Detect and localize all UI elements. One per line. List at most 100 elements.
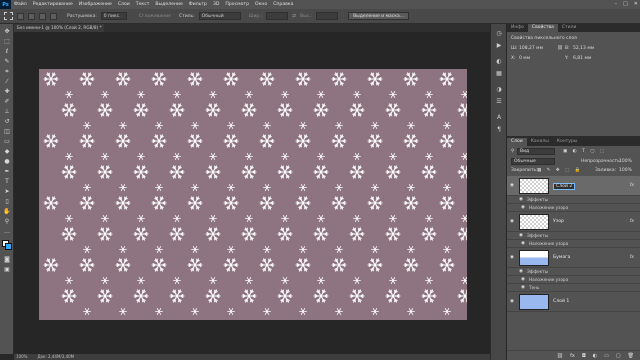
visibility-eye-icon[interactable]: ◉ xyxy=(521,205,527,210)
tab-info[interactable]: Инфо xyxy=(507,24,528,32)
menu-filter[interactable]: Фильтр xyxy=(186,2,210,7)
menu-text[interactable]: Текст xyxy=(133,2,153,7)
layer-row-bumaga[interactable]: ◉ Бумага fx xyxy=(507,248,640,268)
layer-name[interactable]: Слой 2 xyxy=(553,183,576,190)
paragraph-icon[interactable]: ¶ xyxy=(495,126,503,133)
zoom-icon[interactable]: ⚲ xyxy=(3,218,11,225)
maximize-icon[interactable]: □ xyxy=(623,1,628,7)
healing-brush-icon[interactable]: ✚ xyxy=(3,88,11,95)
blur-icon[interactable]: ◆ xyxy=(3,148,11,155)
path-select-icon[interactable]: ➤ xyxy=(3,188,11,195)
select-and-mask-button[interactable]: Выделение и маска... xyxy=(348,12,410,20)
character-icon[interactable]: A xyxy=(495,114,503,121)
libraries-icon[interactable]: ☰ xyxy=(495,98,503,105)
visibility-eye-icon[interactable]: ◉ xyxy=(510,299,516,304)
height-input[interactable] xyxy=(316,12,339,20)
visibility-eye-icon[interactable]: ◉ xyxy=(519,269,525,274)
pen-icon[interactable]: ✒ xyxy=(3,168,11,175)
add-mask-icon[interactable]: ◘ xyxy=(582,353,586,359)
tab-layers[interactable]: Слои xyxy=(507,138,527,146)
swatches-icon[interactable]: ▦ xyxy=(495,70,503,77)
adjustments-icon[interactable]: ◑ xyxy=(495,86,503,93)
document-size[interactable]: Док: 2,44M/3,40M xyxy=(37,354,74,360)
minimize-icon[interactable]: – xyxy=(615,1,618,7)
visibility-eye-icon[interactable]: ◉ xyxy=(510,183,516,188)
new-selection-icon[interactable] xyxy=(17,12,24,20)
zoom-level[interactable]: 100% xyxy=(16,354,27,360)
tab-properties[interactable]: Свойства xyxy=(527,24,558,32)
eyedropper-icon[interactable]: ⁄ xyxy=(3,78,11,85)
history-icon[interactable]: ◷ xyxy=(495,30,503,37)
layer-name[interactable]: Бумага xyxy=(553,255,570,260)
visibility-eye-icon[interactable]: ◉ xyxy=(521,285,527,290)
x-prop-value[interactable]: 0 мм xyxy=(519,56,530,61)
fx-icon[interactable]: fx xyxy=(630,219,634,224)
actions-icon[interactable]: ▶ xyxy=(495,42,503,49)
subtract-selection-icon[interactable] xyxy=(39,12,46,20)
visibility-eye-icon[interactable]: ◉ xyxy=(510,219,516,224)
adjustment-layer-icon[interactable]: ◐ xyxy=(593,353,597,359)
menu-window[interactable]: Окно xyxy=(252,2,270,7)
y-prop-value[interactable]: 6,81 мм xyxy=(573,56,591,61)
move-tool-icon[interactable]: ✥ xyxy=(3,28,11,35)
menu-image[interactable]: Изображение xyxy=(76,2,115,7)
visibility-eye-icon[interactable]: ◉ xyxy=(519,197,525,202)
quick-mask-icon[interactable]: ◙ xyxy=(3,256,11,263)
opacity-value[interactable]: 100% xyxy=(619,159,632,164)
visibility-eye-icon[interactable]: ◉ xyxy=(521,241,527,246)
effects-row[interactable]: ◉ Эффекты xyxy=(507,196,640,204)
layer-row-sloy-1[interactable]: ◉ Слой 1 xyxy=(507,292,640,312)
type-icon[interactable]: T xyxy=(3,178,11,185)
fx-icon[interactable]: fx xyxy=(630,255,634,260)
screen-mode-icon[interactable]: ▣ xyxy=(3,266,11,273)
close-icon[interactable]: ✕ xyxy=(634,1,638,7)
background-color-swatch[interactable] xyxy=(5,243,12,250)
visibility-eye-icon[interactable]: ◉ xyxy=(519,233,525,238)
crop-icon[interactable]: ⌗ xyxy=(3,68,11,75)
effect-row[interactable]: ◉ Наложение узора xyxy=(507,240,640,248)
more-tools-icon[interactable]: … xyxy=(3,228,11,235)
effect-row[interactable]: ◉ Тень xyxy=(507,284,640,292)
hand-icon[interactable]: ✋ xyxy=(3,208,11,215)
menu-file[interactable]: Файл xyxy=(11,2,30,7)
layer-name[interactable]: Узор xyxy=(553,219,564,224)
blend-mode-select[interactable]: Обычные xyxy=(511,158,555,165)
tab-channels[interactable]: Каналы xyxy=(527,138,553,146)
dodge-icon[interactable]: ● xyxy=(3,158,11,165)
effect-row[interactable]: ◉ Наложение узора xyxy=(507,276,640,284)
height-prop-value[interactable]: 52,13 мм xyxy=(573,46,594,51)
history-brush-icon[interactable]: ↺ xyxy=(3,118,11,125)
add-style-icon[interactable]: fx xyxy=(570,353,575,359)
menu-3d[interactable]: 3D xyxy=(210,2,222,7)
brush-icon[interactable]: ✐ xyxy=(3,98,11,105)
width-prop-value[interactable]: 108,27 мм xyxy=(519,46,543,51)
layer-name[interactable]: Слой 1 xyxy=(553,299,569,304)
filter-type-icons[interactable]: ▣ ◐ T ▢ ⬚ xyxy=(563,149,606,154)
style-select[interactable]: Обычный xyxy=(198,12,241,20)
width-input[interactable] xyxy=(266,12,289,20)
lock-icons[interactable]: ▦ ✎ ✥ ⬚ 🔒 xyxy=(537,168,582,173)
effects-row[interactable]: ◉ Эффекты xyxy=(507,232,640,240)
visibility-eye-icon[interactable]: ◉ xyxy=(510,255,516,260)
menu-select[interactable]: Выделение xyxy=(152,2,185,7)
layer-row-sloy-2[interactable]: ◉ Слой 2 fx xyxy=(507,176,640,196)
menu-view[interactable]: Просмотр xyxy=(222,2,252,7)
fx-icon[interactable]: fx xyxy=(630,183,634,188)
gradient-icon[interactable]: ▭ xyxy=(3,138,11,145)
intersect-selection-icon[interactable] xyxy=(50,12,57,20)
tab-styles[interactable]: Стили xyxy=(558,24,581,32)
marquee-tool-icon[interactable] xyxy=(4,12,13,20)
document-tab[interactable]: Без имени-1 @ 100% (Слой 2, RGB/8) * ✕ xyxy=(14,24,104,32)
effects-row[interactable]: ◉ Эффекты xyxy=(507,268,640,276)
menu-help[interactable]: Справка xyxy=(270,2,296,7)
menu-layers[interactable]: Слои xyxy=(115,2,133,7)
menu-edit[interactable]: Редактирование xyxy=(30,2,76,7)
marquee-icon[interactable]: ⬚ xyxy=(3,38,11,45)
delete-layer-icon[interactable]: 🗑 xyxy=(628,353,634,359)
feather-input[interactable]: 0 пикс. xyxy=(100,12,127,20)
swap-icon[interactable]: ⇄ xyxy=(292,14,296,19)
effect-row[interactable]: ◉ Наложение узора xyxy=(507,204,640,212)
link-icon[interactable]: ⛓ xyxy=(557,46,563,51)
new-group-icon[interactable]: ▭ xyxy=(604,353,609,359)
add-selection-icon[interactable] xyxy=(28,12,35,20)
